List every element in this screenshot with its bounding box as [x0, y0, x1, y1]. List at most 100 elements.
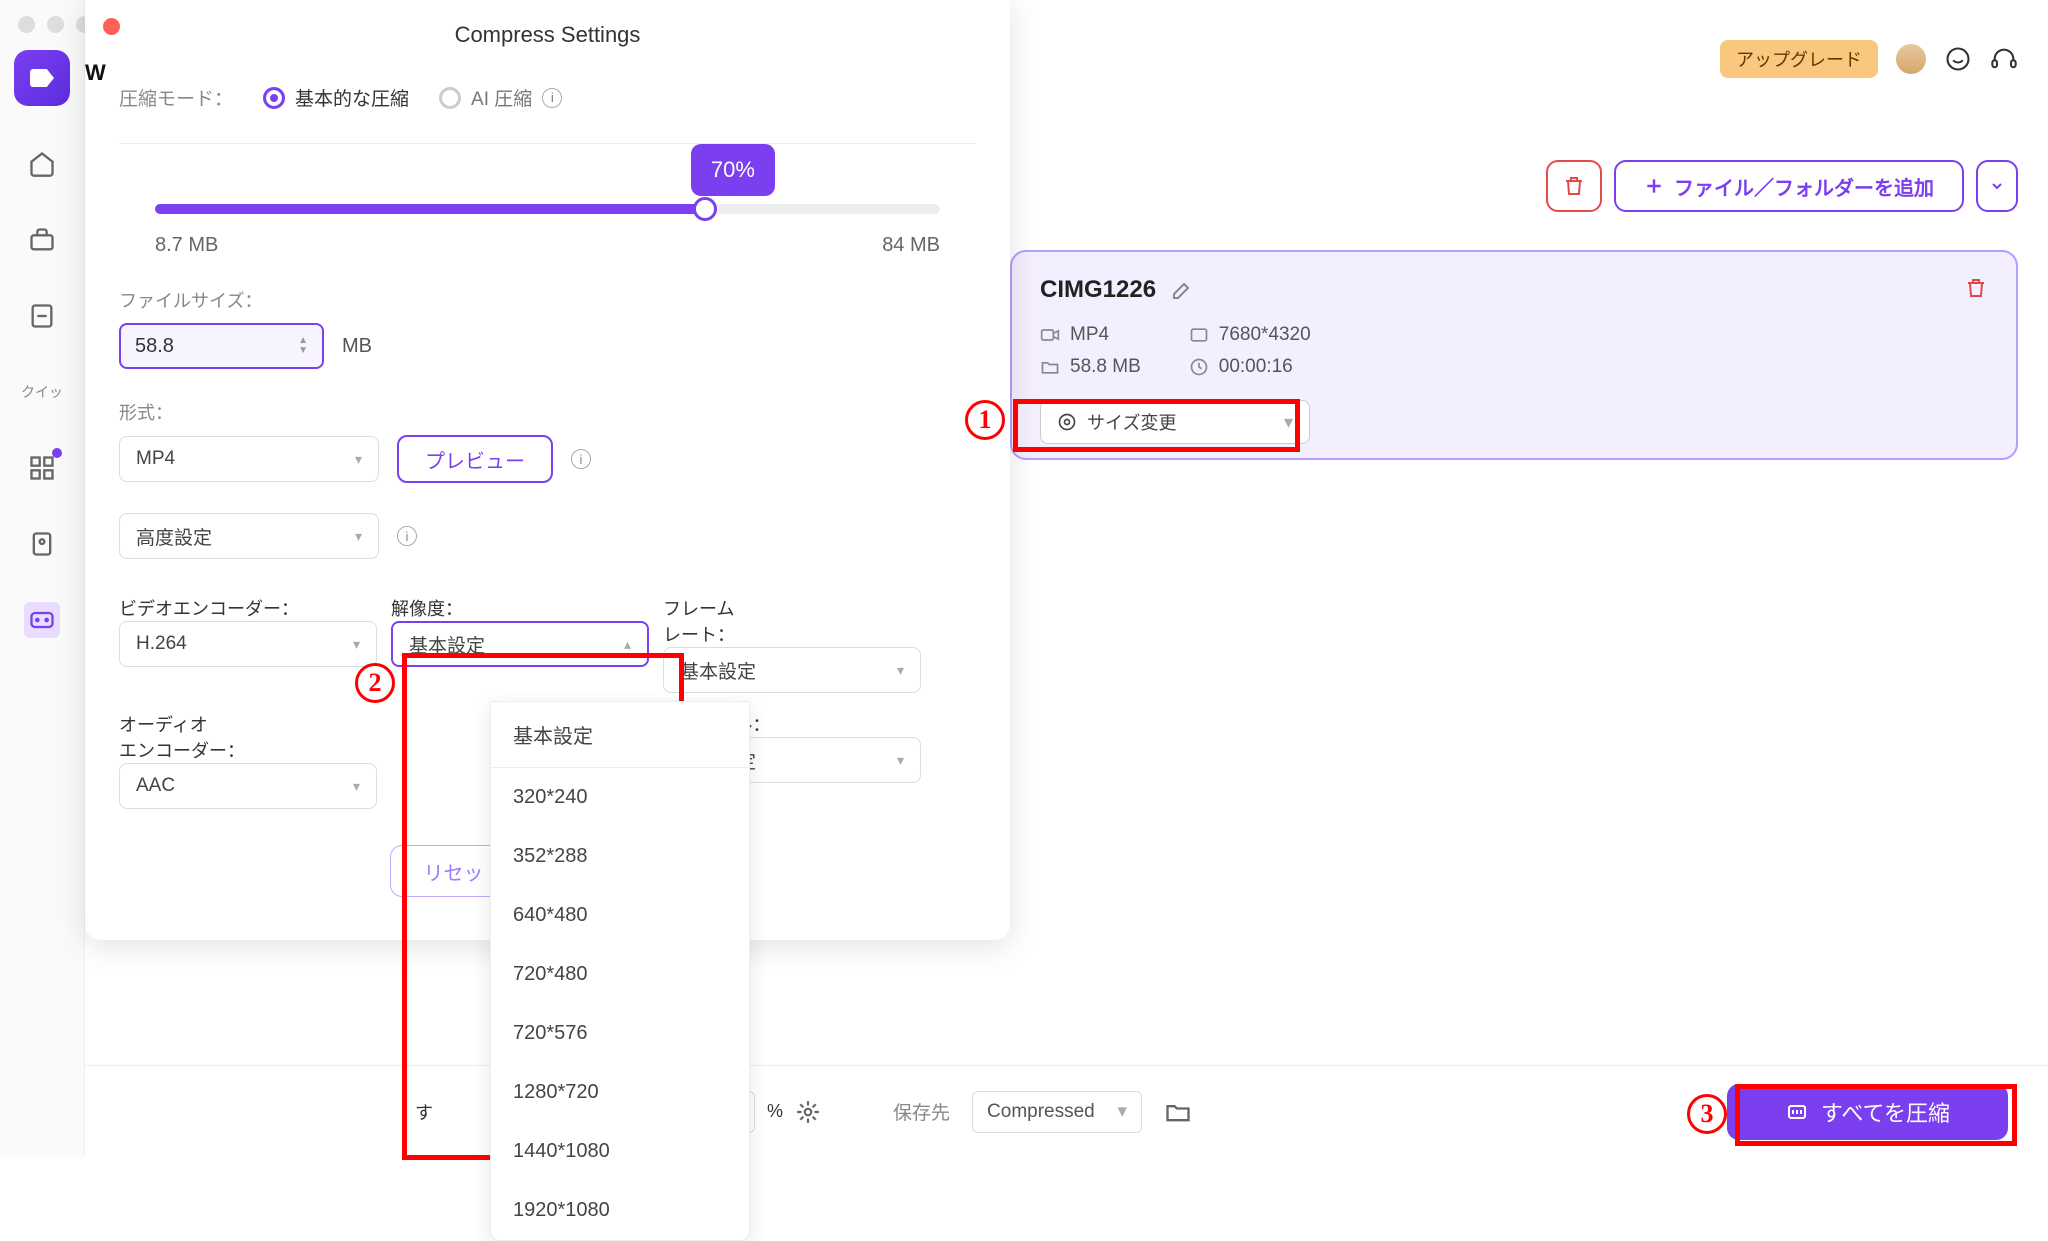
slider-percent-badge: 70% [691, 144, 775, 196]
output-folder-select[interactable]: Compressed ▾ [972, 1091, 1142, 1133]
filesize-label: ファイルサイズ： [119, 287, 976, 313]
dropdown-option[interactable]: 640*480 [491, 886, 749, 945]
resolution-dropdown: 基本設定 320*240 352*288 640*480 720*480 720… [490, 701, 750, 1241]
info-icon[interactable]: i [542, 88, 562, 108]
dropdown-option[interactable]: 720*576 [491, 1004, 749, 1063]
dropdown-option[interactable]: 320*240 [491, 768, 749, 827]
video-icon [1040, 325, 1060, 345]
gear-icon[interactable] [795, 1099, 821, 1125]
compress-tab-icon[interactable] [24, 602, 60, 638]
stepper-down-icon[interactable]: ▼ [298, 346, 308, 356]
callout-box-3 [1735, 1084, 2017, 1146]
video-encoder-label: ビデオエンコーダー： [119, 595, 379, 621]
chevron-down-icon: ▾ [897, 752, 904, 769]
format-label: 形式： [119, 399, 976, 425]
open-folder-icon[interactable] [1164, 1098, 1192, 1126]
dialog-title: Compress Settings [119, 22, 976, 48]
info-icon[interactable]: i [571, 449, 591, 469]
chevron-down-icon: ▾ [353, 636, 360, 653]
window-controls-main [18, 16, 93, 33]
upgrade-button[interactable]: アップグレード [1720, 40, 1878, 78]
format-value: MP4 [136, 448, 175, 470]
chat-icon[interactable] [1944, 45, 1972, 73]
audio-encoder-label: オーディオ エンコーダー： [119, 711, 379, 763]
radio-basic-compress[interactable]: 基本的な圧縮 [263, 84, 409, 111]
chevron-down-icon [1989, 178, 2005, 194]
toolbox-icon[interactable] [24, 222, 60, 258]
document-icon[interactable] [24, 298, 60, 334]
avatar-icon[interactable] [1896, 44, 1926, 74]
chevron-down-icon: ▾ [897, 662, 904, 679]
app-name-partial: W [85, 60, 106, 86]
resolution-label: 解像度： [391, 595, 651, 621]
dropdown-option[interactable]: 基本設定 [491, 702, 749, 768]
framerate-value: 基本設定 [680, 657, 756, 684]
radio-ai-label: AI 圧縮 [471, 84, 532, 111]
output-folder-value: Compressed [987, 1101, 1095, 1123]
audio-encoder-value: AAC [136, 775, 175, 797]
slider-fill [155, 204, 705, 214]
file-name: CIMG1226 [1040, 276, 1156, 304]
chevron-down-icon: ▾ [355, 451, 362, 468]
radio-dot-on-icon [263, 87, 285, 109]
file-action-toolbar: ファイル／フォルダーを追加 [1546, 160, 2018, 212]
add-file-button[interactable]: ファイル／フォルダーを追加 [1614, 160, 1964, 212]
add-file-label: ファイル／フォルダーを追加 [1674, 172, 1934, 201]
quick-label: クイッ [21, 382, 63, 402]
chevron-down-icon: ▾ [355, 528, 362, 545]
info-icon[interactable]: i [397, 526, 417, 546]
home-icon[interactable] [24, 146, 60, 182]
audio-encoder-select[interactable]: AAC ▾ [119, 763, 377, 809]
slider-handle[interactable] [693, 197, 717, 221]
support-icon[interactable] [1990, 45, 2018, 73]
video-encoder-value: H.264 [136, 633, 187, 655]
framerate-select[interactable]: 基本設定 ▾ [663, 647, 921, 693]
slider-max-label: 84 MB [882, 234, 940, 257]
radio-basic-label: 基本的な圧縮 [295, 84, 409, 111]
app-logo-icon [14, 50, 70, 106]
callout-number-2: 2 [355, 663, 395, 703]
clipboard-icon[interactable] [24, 526, 60, 562]
file-size: 58.8 MB [1070, 356, 1141, 378]
callout-number-3: 3 [1687, 1094, 1727, 1134]
save-to-label: 保存先 [893, 1098, 950, 1125]
unit-mb: MB [342, 335, 372, 358]
edit-icon[interactable] [1170, 278, 1194, 302]
apps-icon[interactable] [24, 450, 60, 486]
chevron-down-icon: ▾ [353, 778, 360, 795]
compress-mode-label: 圧縮モード： [119, 84, 233, 111]
file-trash-icon[interactable] [1964, 276, 1988, 300]
dropdown-option[interactable]: 720*480 [491, 945, 749, 1004]
compress-slider[interactable]: 70% 8.7 MB 84 MB [119, 204, 976, 257]
preview-button[interactable]: プレビュー [397, 435, 553, 483]
format-select[interactable]: MP4 ▾ [119, 436, 379, 482]
dropdown-option[interactable]: 352*288 [491, 827, 749, 886]
file-duration: 00:00:16 [1219, 356, 1293, 378]
clear-all-button[interactable] [1546, 160, 1602, 212]
folder-icon [1040, 357, 1060, 377]
add-file-menu-button[interactable] [1976, 160, 2018, 212]
plus-icon [1644, 176, 1664, 196]
filesize-value: 58.8 [135, 335, 174, 358]
dropdown-option[interactable]: 1920*1080 [491, 1181, 749, 1240]
file-resolution: 7680*4320 [1219, 324, 1311, 346]
clock-icon [1189, 357, 1209, 377]
radio-dot-off-icon [439, 87, 461, 109]
dropdown-option[interactable]: 1440*1080 [491, 1122, 749, 1181]
close-dot-icon[interactable] [103, 18, 120, 35]
slider-track [155, 204, 940, 214]
framerate-label: フレーム レート： [663, 595, 923, 647]
callout-box-1 [1013, 399, 1300, 452]
slider-min-label: 8.7 MB [155, 234, 218, 257]
dot-grey-1 [18, 16, 35, 33]
dropdown-option[interactable]: 1280*720 [491, 1063, 749, 1122]
video-encoder-select[interactable]: H.264 ▾ [119, 621, 377, 667]
file-format: MP4 [1070, 324, 1109, 346]
left-sidebar: クイッ [0, 0, 85, 1157]
advanced-select[interactable]: 高度設定 ▾ [119, 513, 379, 559]
filesize-input[interactable]: 58.8 ▲▼ [119, 323, 324, 369]
callout-number-1: 1 [965, 400, 1005, 440]
dot-grey-2 [47, 16, 64, 33]
advanced-value: 高度設定 [136, 523, 212, 550]
radio-ai-compress[interactable]: AI 圧縮 i [439, 84, 562, 111]
